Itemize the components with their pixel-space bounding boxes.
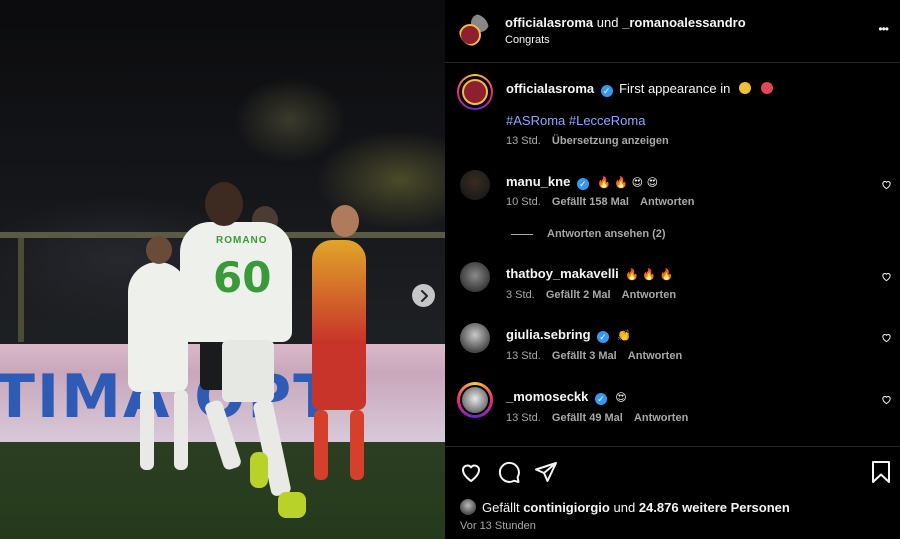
roma-logo xyxy=(462,79,488,105)
likes-username[interactable]: continigiorgio xyxy=(523,500,610,515)
comment-text: 👏 xyxy=(617,329,632,342)
header-username-1[interactable]: officialasroma xyxy=(505,15,593,30)
player-leg xyxy=(350,410,364,480)
comment-heart-icon[interactable] xyxy=(881,271,892,282)
view-replies-link[interactable]: Antworten ansehen (2) xyxy=(547,228,666,240)
player-background-left xyxy=(128,262,188,392)
player-shorts xyxy=(222,340,274,402)
header-username-2[interactable]: _romanoalessandro xyxy=(622,15,746,30)
header-divider xyxy=(445,62,900,63)
comment-age: 13 Std. xyxy=(506,412,541,424)
caption-age: 13 Std. xyxy=(506,135,541,147)
translate-link[interactable]: Übersetzung anzeigen xyxy=(552,135,669,147)
comment-heart-icon[interactable] xyxy=(881,394,892,405)
jersey-number: 60 xyxy=(213,253,272,302)
comment-heart-icon[interactable] xyxy=(881,179,892,190)
comment-age: 13 Std. xyxy=(506,350,541,362)
post-panel: officialasroma und _romanoalessandro Con… xyxy=(445,0,900,539)
comment-username[interactable]: giulia.sebring xyxy=(506,327,591,342)
collab-avatar[interactable] xyxy=(459,14,489,46)
header-subtitle: Congrats xyxy=(505,34,550,46)
player-lecce xyxy=(312,240,366,410)
bookmark-icon[interactable] xyxy=(870,460,892,484)
player-leg xyxy=(174,390,188,470)
player-head xyxy=(146,236,172,264)
reply-button[interactable]: Antworten xyxy=(622,289,676,301)
likes-connector: und xyxy=(613,500,636,515)
comment-likes[interactable]: Gefällt 49 Mal xyxy=(552,412,623,424)
comment-age: 10 Std. xyxy=(506,196,541,208)
heart-icon[interactable] xyxy=(459,460,483,484)
reply-button[interactable]: Antworten xyxy=(640,196,694,208)
player-boot xyxy=(250,452,268,488)
roma-logo xyxy=(459,24,481,46)
jersey-name: ROMANO xyxy=(216,235,268,246)
railing-post xyxy=(18,238,24,342)
comment-username[interactable]: _momoseckk xyxy=(506,389,588,404)
comment-likes[interactable]: Gefällt 3 Mal xyxy=(552,350,617,362)
reply-button[interactable]: Antworten xyxy=(628,350,682,362)
comment-username[interactable]: manu_kne xyxy=(506,174,570,189)
comment-likes[interactable]: Gefällt 2 Mal xyxy=(546,289,611,301)
comment-text: 😍 xyxy=(615,391,627,404)
more-options-button[interactable]: ••• xyxy=(878,22,889,36)
caption-hashtags[interactable]: #ASRoma #LecceRoma xyxy=(506,113,645,128)
liker-avatar[interactable] xyxy=(460,499,476,515)
commenter-avatar[interactable] xyxy=(460,170,490,200)
comment-age: 3 Std. xyxy=(506,289,535,301)
post-timestamp: Vor 13 Stunden xyxy=(460,520,536,532)
commenter-avatar[interactable] xyxy=(460,323,490,353)
actions-divider xyxy=(445,446,900,447)
comment-text: 🔥 🔥 😍 😍 xyxy=(597,176,659,189)
comment-text: 🔥 🔥 🔥 xyxy=(625,268,674,281)
comment-icon[interactable] xyxy=(497,460,521,484)
caption-username[interactable]: officialasroma xyxy=(506,81,594,96)
comment-heart-icon[interactable] xyxy=(881,332,892,343)
verified-badge-icon: ✓ xyxy=(596,331,609,343)
header-connector: und xyxy=(596,15,619,30)
red-circle-emoji xyxy=(761,82,774,94)
player-leg xyxy=(140,390,154,470)
chevron-right-icon xyxy=(420,289,428,302)
comment-username[interactable]: thatboy_makavelli xyxy=(506,266,619,281)
player-leg xyxy=(314,410,328,480)
comment-likes[interactable]: Gefällt 158 Mal xyxy=(552,196,629,208)
verified-badge-icon: ✓ xyxy=(600,85,613,97)
post-header: officialasroma und _romanoalessandro Con… xyxy=(445,0,900,62)
player-head xyxy=(205,182,243,226)
send-icon[interactable] xyxy=(534,460,558,484)
next-media-button[interactable] xyxy=(412,284,435,307)
verified-badge-icon: ✓ xyxy=(594,393,607,405)
caption-text: First appearance in xyxy=(619,81,731,96)
verified-badge-icon: ✓ xyxy=(576,178,589,190)
commenter-avatar xyxy=(460,385,490,415)
yellow-circle-emoji xyxy=(738,82,751,94)
commenter-avatar[interactable] xyxy=(460,262,490,292)
reply-button[interactable]: Antworten xyxy=(634,412,688,424)
player-boot xyxy=(278,492,306,518)
likes-count[interactable]: 24.876 weitere Personen xyxy=(639,500,790,515)
post-media[interactable]: TIMA OPT ROMANO 60 xyxy=(0,0,445,539)
likes-prefix: Gefällt xyxy=(482,500,520,515)
player-head xyxy=(331,205,359,237)
replies-divider xyxy=(511,234,533,235)
